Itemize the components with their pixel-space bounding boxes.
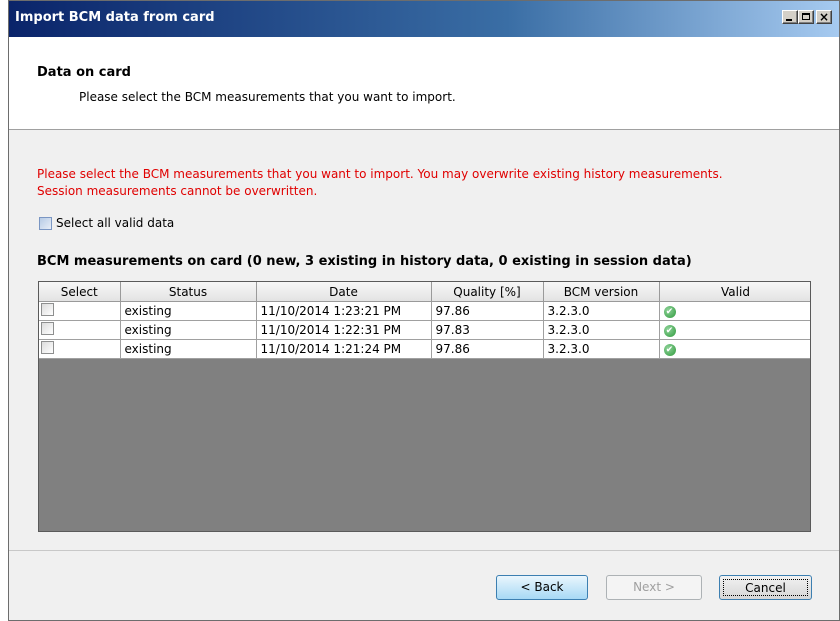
date-cell: 11/10/2014 1:23:21 PM: [256, 301, 432, 321]
next-button: Next >: [606, 575, 702, 600]
title-bar[interactable]: Import BCM data from card ×: [9, 1, 839, 37]
check-icon: ✔: [663, 324, 676, 337]
wizard-header: Data on card Please select the BCM measu…: [9, 37, 839, 130]
date-cell: 11/10/2014 1:21:24 PM: [256, 339, 432, 359]
date-cell: 11/10/2014 1:22:31 PM: [256, 320, 432, 340]
row-select-checkbox[interactable]: [41, 341, 54, 354]
maximize-button[interactable]: [798, 10, 814, 24]
warning-line-1: Please select the BCM measurements that …: [37, 167, 723, 181]
check-icon: ✔: [663, 305, 676, 318]
valid-cell: ✔: [659, 301, 810, 321]
version-cell: 3.2.3.0: [543, 320, 660, 340]
column-header-bcm-version[interactable]: BCM version: [543, 282, 660, 302]
warning-line-2: Session measurements cannot be overwritt…: [37, 184, 318, 198]
window-title: Import BCM data from card: [15, 10, 215, 25]
footer-separator: [9, 550, 839, 551]
select-all-checkbox[interactable]: Select all valid data: [39, 214, 174, 232]
close-button[interactable]: ×: [816, 10, 832, 24]
cancel-button-label: Cancel: [723, 579, 808, 596]
status-cell: existing: [120, 301, 257, 321]
column-header-quality[interactable]: Quality [%]: [431, 282, 544, 302]
cancel-button[interactable]: Cancel: [719, 575, 812, 600]
column-header-select[interactable]: Select: [39, 282, 121, 302]
row-select-checkbox[interactable]: [41, 303, 54, 316]
version-cell: 3.2.3.0: [543, 301, 660, 321]
measurements-grid[interactable]: Select Status Date Quality [%] BCM versi…: [38, 281, 811, 532]
column-header-valid[interactable]: Valid: [659, 282, 810, 302]
column-header-status[interactable]: Status: [120, 282, 257, 302]
quality-cell: 97.86: [431, 339, 544, 359]
page-subtitle: Please select the BCM measurements that …: [79, 90, 456, 104]
measurements-table: Select Status Date Quality [%] BCM versi…: [39, 282, 810, 359]
valid-cell: ✔: [659, 320, 810, 340]
select-all-checkbox-box[interactable]: [39, 216, 52, 230]
row-select-checkbox[interactable]: [41, 322, 54, 335]
status-cell: existing: [120, 320, 257, 340]
minimize-icon: [786, 19, 792, 21]
select-cell[interactable]: [39, 320, 121, 340]
select-cell[interactable]: [39, 339, 121, 359]
maximize-icon: [802, 13, 810, 20]
back-button[interactable]: < Back: [496, 575, 588, 600]
page-title: Data on card: [37, 65, 131, 80]
table-row[interactable]: existing 11/10/2014 1:22:31 PM 97.83 3.2…: [39, 320, 810, 340]
table-row[interactable]: existing 11/10/2014 1:23:21 PM 97.86 3.2…: [39, 301, 810, 321]
close-icon: ×: [818, 10, 830, 24]
quality-cell: 97.83: [431, 320, 544, 340]
column-header-date[interactable]: Date: [256, 282, 432, 302]
warning-text: Please select the BCM measurements that …: [37, 166, 827, 200]
version-cell: 3.2.3.0: [543, 339, 660, 359]
import-dialog: Import BCM data from card × Data on card…: [8, 0, 840, 621]
select-all-label: Select all valid data: [56, 216, 175, 230]
table-header-row: Select Status Date Quality [%] BCM versi…: [39, 282, 810, 302]
select-cell[interactable]: [39, 301, 121, 321]
table-row[interactable]: existing 11/10/2014 1:21:24 PM 97.86 3.2…: [39, 339, 810, 359]
status-cell: existing: [120, 339, 257, 359]
quality-cell: 97.86: [431, 301, 544, 321]
check-icon: ✔: [663, 343, 676, 356]
grid-title: BCM measurements on card (0 new, 3 exist…: [37, 254, 692, 269]
minimize-button[interactable]: [782, 10, 798, 24]
valid-cell: ✔: [659, 339, 810, 359]
